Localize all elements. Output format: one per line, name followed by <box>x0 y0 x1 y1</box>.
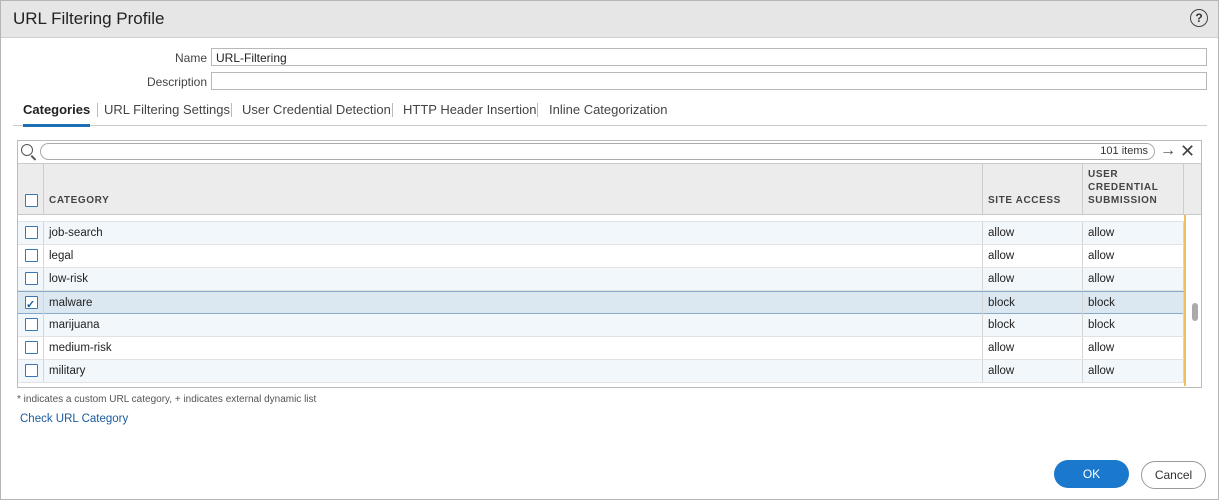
row-checkbox[interactable] <box>25 226 38 239</box>
description-label: Description <box>146 75 207 89</box>
table-row[interactable]: medium-risk allow allow <box>18 337 1184 360</box>
scrollbar-thumb[interactable] <box>1192 303 1198 321</box>
grid-scrollbar[interactable] <box>1184 215 1201 386</box>
table-row[interactable]: low-risk allow allow <box>18 268 1184 291</box>
footnote: * indicates a custom URL category, + ind… <box>17 394 317 405</box>
header-site-access[interactable]: SITE ACCESS <box>983 164 1083 214</box>
name-field[interactable]: URL-Filtering <box>211 48 1207 66</box>
user-credential-cell[interactable]: allow <box>1083 360 1184 382</box>
category-cell[interactable]: malware <box>44 292 983 314</box>
url-filtering-profile-dialog: URL Filtering Profile ? Name URL-Filteri… <box>0 0 1219 500</box>
cancel-button[interactable]: Cancel <box>1141 461 1206 489</box>
user-credential-cell[interactable]: block <box>1083 292 1184 314</box>
table-row[interactable]: military allow allow <box>18 360 1184 383</box>
grid-toolbar: 101 items → ✕ <box>18 141 1201 164</box>
header-user-credential-line: SUBMISSION <box>1088 195 1158 206</box>
tab-bar: Categories URL Filtering Settings User C… <box>13 99 1207 127</box>
check-url-category-link[interactable]: Check URL Category <box>20 413 128 425</box>
header-user-credential-line: USER <box>1088 169 1119 180</box>
row-checkbox[interactable] <box>25 294 38 316</box>
row-select-cell <box>18 222 44 244</box>
tab-separator <box>392 103 393 117</box>
header-user-credential-label: USER CREDENTIAL SUBMISSION <box>1088 168 1158 207</box>
table-row-partial <box>18 383 1184 386</box>
row-checkbox[interactable] <box>25 318 38 331</box>
row-checkbox[interactable] <box>25 249 38 262</box>
help-icon[interactable]: ? <box>1190 9 1208 27</box>
table-row[interactable]: legal allow allow <box>18 245 1184 268</box>
ok-button[interactable]: OK <box>1054 460 1129 488</box>
category-cell[interactable]: job-search <box>44 222 983 244</box>
row-select-cell <box>18 314 44 336</box>
header-category[interactable]: CATEGORY <box>44 164 983 214</box>
arrow-right-icon[interactable]: → <box>1160 143 1176 159</box>
tab-inline-categorization[interactable]: Inline Categorization <box>549 102 668 124</box>
grid-header: CATEGORY SITE ACCESS USER CREDENTIAL SUB… <box>18 164 1201 215</box>
site-access-cell[interactable]: block <box>983 314 1083 336</box>
site-access-cell[interactable]: block <box>983 292 1083 314</box>
tab-separator <box>97 103 98 117</box>
user-credential-cell[interactable]: allow <box>1083 245 1184 267</box>
tab-separator <box>231 103 232 117</box>
search-input[interactable]: 101 items <box>40 143 1155 160</box>
row-select-cell <box>18 292 44 316</box>
row-select-cell <box>18 245 44 267</box>
categories-grid: 101 items → ✕ CATEGORY SITE ACCESS USER … <box>17 140 1202 388</box>
tab-separator <box>537 103 538 117</box>
header-user-credential-line: CREDENTIAL <box>1088 182 1159 193</box>
header-site-access-label: SITE ACCESS <box>988 195 1061 206</box>
close-icon[interactable]: ✕ <box>1180 142 1195 160</box>
user-credential-cell[interactable]: allow <box>1083 268 1184 290</box>
table-row-partial <box>18 215 1184 222</box>
site-access-cell[interactable]: allow <box>983 337 1083 359</box>
tab-http-header-insertion[interactable]: HTTP Header Insertion <box>403 102 536 124</box>
tab-categories[interactable]: Categories <box>23 102 91 127</box>
site-access-cell[interactable]: allow <box>983 222 1083 244</box>
select-all-checkbox[interactable] <box>25 194 38 207</box>
category-cell[interactable]: medium-risk <box>44 337 983 359</box>
row-select-cell <box>18 360 44 382</box>
row-select-cell <box>18 268 44 290</box>
row-select-cell <box>18 337 44 359</box>
table-row[interactable]: job-search allow allow <box>18 222 1184 245</box>
dialog-titlebar: URL Filtering Profile ? <box>1 1 1218 38</box>
header-category-label: CATEGORY <box>49 195 110 206</box>
dialog-title: URL Filtering Profile <box>13 9 165 28</box>
category-cell[interactable]: low-risk <box>44 268 983 290</box>
row-checkbox[interactable] <box>25 364 38 377</box>
search-icon <box>21 144 33 156</box>
header-select-cell <box>18 164 44 214</box>
table-row[interactable]: marijuana block block <box>18 314 1184 337</box>
site-access-cell[interactable]: allow <box>983 360 1083 382</box>
category-cell[interactable]: military <box>44 360 983 382</box>
row-checkbox[interactable] <box>25 341 38 354</box>
header-user-credential[interactable]: USER CREDENTIAL SUBMISSION <box>1083 164 1184 214</box>
row-checkbox[interactable] <box>25 272 38 285</box>
name-label: Name <box>174 51 207 65</box>
table-row[interactable]: malwareblockblock <box>18 291 1184 316</box>
description-field[interactable] <box>211 72 1207 90</box>
grid-body: job-search allow allow legal allow allow low-r… <box>18 215 1184 386</box>
category-cell[interactable]: legal <box>44 245 983 267</box>
user-credential-cell[interactable]: allow <box>1083 222 1184 244</box>
user-credential-cell[interactable]: block <box>1083 314 1184 336</box>
site-access-cell[interactable]: allow <box>983 268 1083 290</box>
item-count: 101 items <box>1100 145 1148 157</box>
tab-url-filtering-settings[interactable]: URL Filtering Settings <box>104 102 230 124</box>
user-credential-cell[interactable]: allow <box>1083 337 1184 359</box>
category-cell[interactable]: marijuana <box>44 314 983 336</box>
site-access-cell[interactable]: allow <box>983 245 1083 267</box>
tab-user-credential-detection[interactable]: User Credential Detection <box>242 102 391 124</box>
